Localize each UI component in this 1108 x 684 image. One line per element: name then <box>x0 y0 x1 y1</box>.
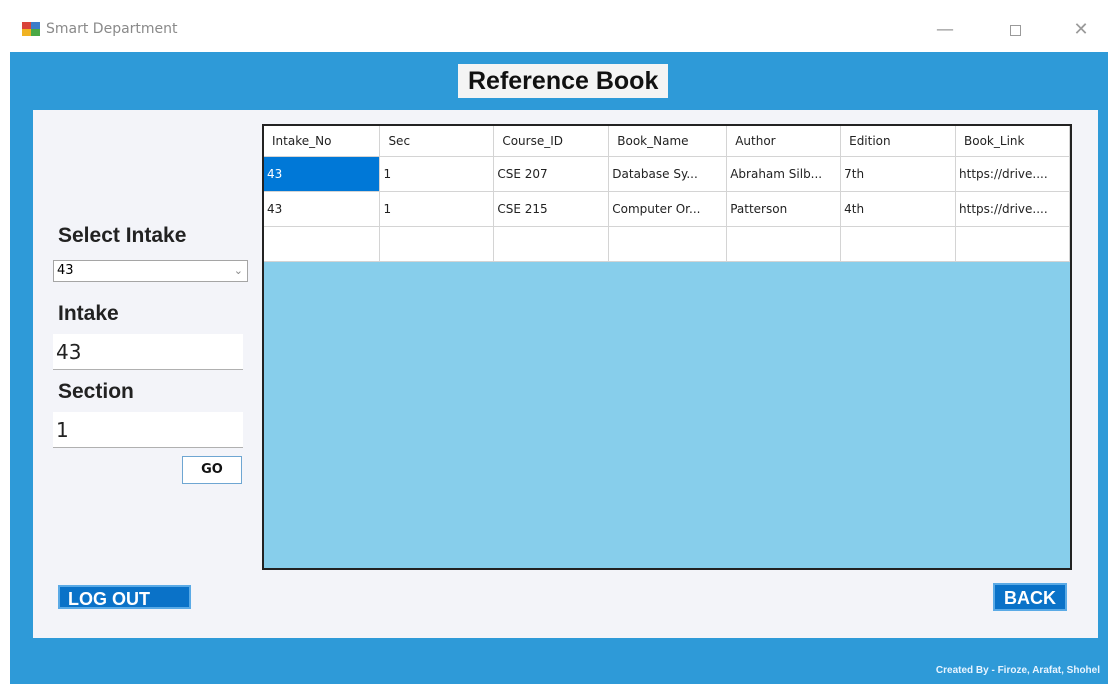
intake-label: Intake <box>58 302 119 325</box>
table-cell[interactable]: 4th <box>840 191 957 227</box>
main-area: Reference Book Select Intake 43 ⌄ Intake… <box>10 52 1108 684</box>
column-header[interactable]: Intake_No <box>264 126 381 157</box>
minimize-icon: — <box>936 19 954 40</box>
table-row[interactable]: 43 1 CSE 207 Database Sy... Abraham Silb… <box>264 156 1070 192</box>
back-button[interactable]: BACK <box>993 583 1067 611</box>
table-cell[interactable] <box>726 226 842 262</box>
maximize-icon <box>1009 24 1021 36</box>
table-cell[interactable]: Database Sy... <box>608 156 728 192</box>
table-cell[interactable]: Computer Or... <box>608 191 728 227</box>
table-cell[interactable]: 43 <box>264 156 381 192</box>
table-row-new[interactable] <box>264 226 1070 262</box>
section-label: Section <box>58 380 134 403</box>
section-field[interactable]: 1 <box>53 412 243 448</box>
table-cell[interactable]: https://drive.... <box>955 191 1070 227</box>
go-button[interactable]: GO <box>182 456 242 484</box>
table-cell[interactable] <box>840 226 957 262</box>
intake-field[interactable]: 43 <box>53 334 243 370</box>
table-cell[interactable]: 1 <box>379 191 495 227</box>
grid-table: Intake_No Sec Course_ID Book_Name Author… <box>264 126 1070 262</box>
column-header[interactable]: Edition <box>840 126 957 157</box>
column-header[interactable]: Course_ID <box>493 126 610 157</box>
maximize-button[interactable] <box>992 14 1038 46</box>
table-cell[interactable] <box>264 226 381 262</box>
table-cell[interactable]: 7th <box>840 156 957 192</box>
column-header[interactable]: Sec <box>379 126 495 157</box>
column-header[interactable]: Book_Name <box>608 126 728 157</box>
title-bar: Smart Department — ✕ <box>0 0 1108 52</box>
grid-header-row: Intake_No Sec Course_ID Book_Name Author… <box>264 126 1070 157</box>
logout-button[interactable]: LOG OUT <box>58 585 191 609</box>
table-cell[interactable] <box>608 226 728 262</box>
table-cell[interactable]: CSE 215 <box>493 191 610 227</box>
table-cell[interactable] <box>379 226 495 262</box>
close-icon: ✕ <box>1073 19 1089 40</box>
app-icon <box>22 22 40 36</box>
close-button[interactable]: ✕ <box>1058 14 1104 46</box>
chevron-down-icon[interactable]: ⌄ <box>234 261 243 281</box>
content-panel: Select Intake 43 ⌄ Intake 43 Section 1 G… <box>33 110 1098 638</box>
credit-text: Created By - Firoze, Arafat, Shohel <box>935 665 1100 676</box>
table-cell[interactable]: Abraham Silb... <box>726 156 842 192</box>
column-header[interactable]: Author <box>726 126 842 157</box>
table-cell[interactable]: 1 <box>379 156 495 192</box>
minimize-button[interactable]: — <box>922 14 968 46</box>
table-cell[interactable] <box>493 226 610 262</box>
select-intake-value: 43 <box>57 263 74 278</box>
reference-book-grid[interactable]: Intake_No Sec Course_ID Book_Name Author… <box>262 124 1072 570</box>
column-header[interactable]: Book_Link <box>955 126 1070 157</box>
window-title: Smart Department <box>46 21 178 37</box>
table-cell[interactable]: CSE 207 <box>493 156 610 192</box>
table-cell[interactable] <box>955 226 1070 262</box>
page-title: Reference Book <box>458 64 669 98</box>
table-row[interactable]: 43 1 CSE 215 Computer Or... Patterson 4t… <box>264 191 1070 227</box>
table-cell[interactable]: https://drive.... <box>955 156 1070 192</box>
select-intake-label: Select Intake <box>58 224 187 247</box>
select-intake-dropdown[interactable]: 43 ⌄ <box>53 260 248 282</box>
table-cell[interactable]: Patterson <box>726 191 842 227</box>
table-cell[interactable]: 43 <box>264 191 381 227</box>
